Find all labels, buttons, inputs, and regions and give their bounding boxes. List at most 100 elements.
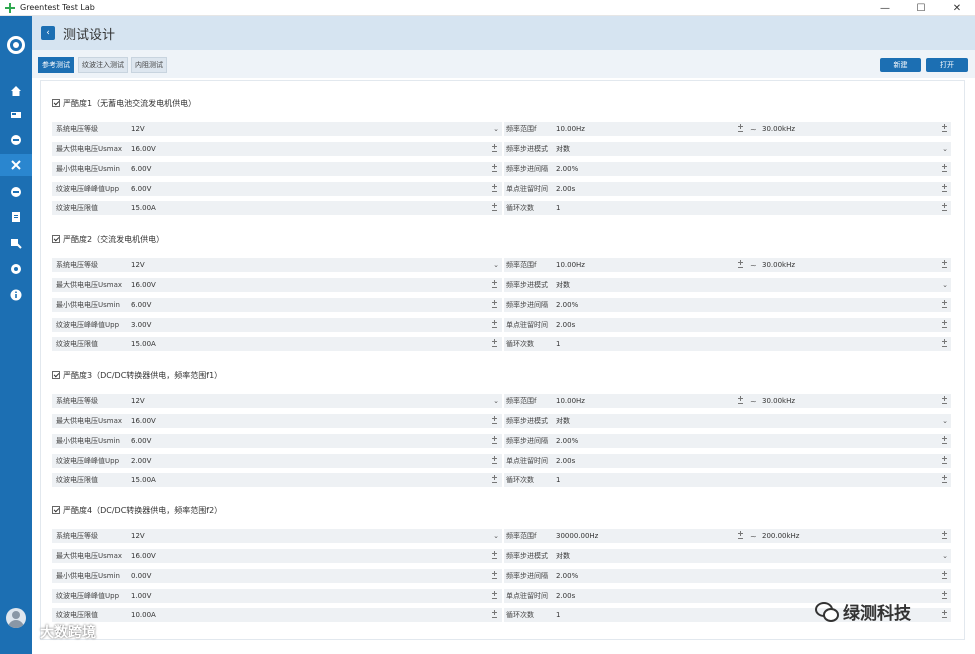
spinner-icon[interactable] [491,338,498,350]
spinner-icon[interactable] [941,530,948,542]
tab-reference-test[interactable]: 参考测试 [38,57,74,73]
step-interval-field[interactable]: 2.00% [556,569,578,583]
device-icon[interactable] [0,104,32,126]
spinner-icon[interactable] [491,183,498,195]
freq-from-field[interactable]: 10.00Hz [556,122,585,136]
spinner-icon[interactable] [491,319,498,331]
spinner-icon[interactable] [491,474,498,486]
system-voltage-field[interactable]: 12V [131,394,145,408]
search-icon[interactable] [0,232,32,254]
section-checkbox[interactable] [52,371,60,379]
freq-from-field[interactable]: 10.00Hz [556,258,585,272]
upp-field[interactable]: 3.00V [131,318,151,332]
spinner-icon[interactable] [491,609,498,621]
spinner-icon[interactable] [941,455,948,467]
upp-field[interactable]: 2.00V [131,454,151,468]
spinner-icon[interactable] [941,435,948,447]
spinner-icon[interactable] [941,183,948,195]
chevron-down-icon[interactable]: ⌄ [492,530,500,542]
close-button[interactable]: ✕ [939,0,975,16]
chevron-down-icon[interactable]: ⌄ [941,279,949,291]
system-voltage-field[interactable]: 12V [131,529,145,543]
chevron-down-icon[interactable]: ⌄ [941,550,949,562]
freq-to-field[interactable]: 30.00kHz [762,258,795,272]
spinner-icon[interactable] [491,455,498,467]
system-voltage-field[interactable]: 12V [131,258,145,272]
chevron-down-icon[interactable]: ⌄ [492,123,500,135]
spinner-icon[interactable] [737,530,744,542]
spinner-icon[interactable] [491,550,498,562]
spinner-icon[interactable] [491,590,498,602]
dwell-time-field[interactable]: 2.00s [556,589,575,603]
spinner-icon[interactable] [941,395,948,407]
spinner-icon[interactable] [941,259,948,271]
system-voltage-field[interactable]: 12V [131,122,145,136]
usmax-field[interactable]: 16.00V [131,414,156,428]
dwell-time-field[interactable]: 2.00s [556,182,575,196]
run-icon[interactable] [0,181,32,203]
maximize-button[interactable]: ☐ [903,0,939,16]
spinner-icon[interactable] [737,259,744,271]
upp-field[interactable]: 1.00V [131,589,151,603]
usmin-field[interactable]: 6.00V [131,162,151,176]
section-checkbox[interactable] [52,235,60,243]
spinner-icon[interactable] [941,202,948,214]
spinner-icon[interactable] [941,163,948,175]
spinner-icon[interactable] [941,570,948,582]
report-icon[interactable] [0,206,32,228]
new-button[interactable]: 新建 [880,58,921,72]
spinner-icon[interactable] [491,279,498,291]
spinner-icon[interactable] [491,299,498,311]
cycles-field[interactable]: 1 [556,473,560,487]
chevron-down-icon[interactable]: ⌄ [941,415,949,427]
chevron-down-icon[interactable]: ⌄ [941,143,949,155]
freq-to-field[interactable]: 30.00kHz [762,394,795,408]
freq-to-field[interactable]: 200.00kHz [762,529,800,543]
spinner-icon[interactable] [491,163,498,175]
open-button[interactable]: 打开 [926,58,968,72]
spinner-icon[interactable] [491,415,498,427]
usmax-field[interactable]: 16.00V [131,142,156,156]
current-limit-field[interactable]: 10.00A [131,608,156,622]
freq-from-field[interactable]: 30000.00Hz [556,529,598,543]
usmin-field[interactable]: 6.00V [131,298,151,312]
spinner-icon[interactable] [941,319,948,331]
section-checkbox[interactable] [52,506,60,514]
dwell-time-field[interactable]: 2.00s [556,318,575,332]
cycles-field[interactable]: 1 [556,608,560,622]
cycles-field[interactable]: 1 [556,337,560,351]
step-interval-field[interactable]: 2.00% [556,434,578,448]
back-button[interactable]: ‹ [41,26,55,40]
spinner-icon[interactable] [941,590,948,602]
spinner-icon[interactable] [737,395,744,407]
spinner-icon[interactable] [737,123,744,135]
chevron-down-icon[interactable]: ⌄ [492,259,500,271]
step-mode-field[interactable]: 对数 [556,278,570,292]
minimize-button[interactable]: — [867,0,903,16]
current-limit-field[interactable]: 15.00A [131,201,156,215]
dwell-time-field[interactable]: 2.00s [556,454,575,468]
chevron-down-icon[interactable]: ⌄ [492,395,500,407]
freq-from-field[interactable]: 10.00Hz [556,394,585,408]
info-icon[interactable] [0,284,32,306]
spinner-icon[interactable] [491,143,498,155]
section-checkbox[interactable] [52,99,60,107]
step-mode-field[interactable]: 对数 [556,142,570,156]
tab-internal-resistance[interactable]: 内阻测试 [131,57,167,73]
spinner-icon[interactable] [941,299,948,311]
freq-to-field[interactable]: 30.00kHz [762,122,795,136]
spinner-icon[interactable] [941,609,948,621]
current-limit-field[interactable]: 15.00A [131,473,156,487]
usmax-field[interactable]: 16.00V [131,549,156,563]
spinner-icon[interactable] [941,123,948,135]
usmax-field[interactable]: 16.00V [131,278,156,292]
spinner-icon[interactable] [491,435,498,447]
usmin-field[interactable]: 0.00V [131,569,151,583]
spinner-icon[interactable] [491,202,498,214]
settings-icon[interactable] [0,258,32,280]
spinner-icon[interactable] [941,338,948,350]
step-mode-field[interactable]: 对数 [556,414,570,428]
spinner-icon[interactable] [491,570,498,582]
current-limit-field[interactable]: 15.00A [131,337,156,351]
module-icon[interactable] [0,129,32,151]
